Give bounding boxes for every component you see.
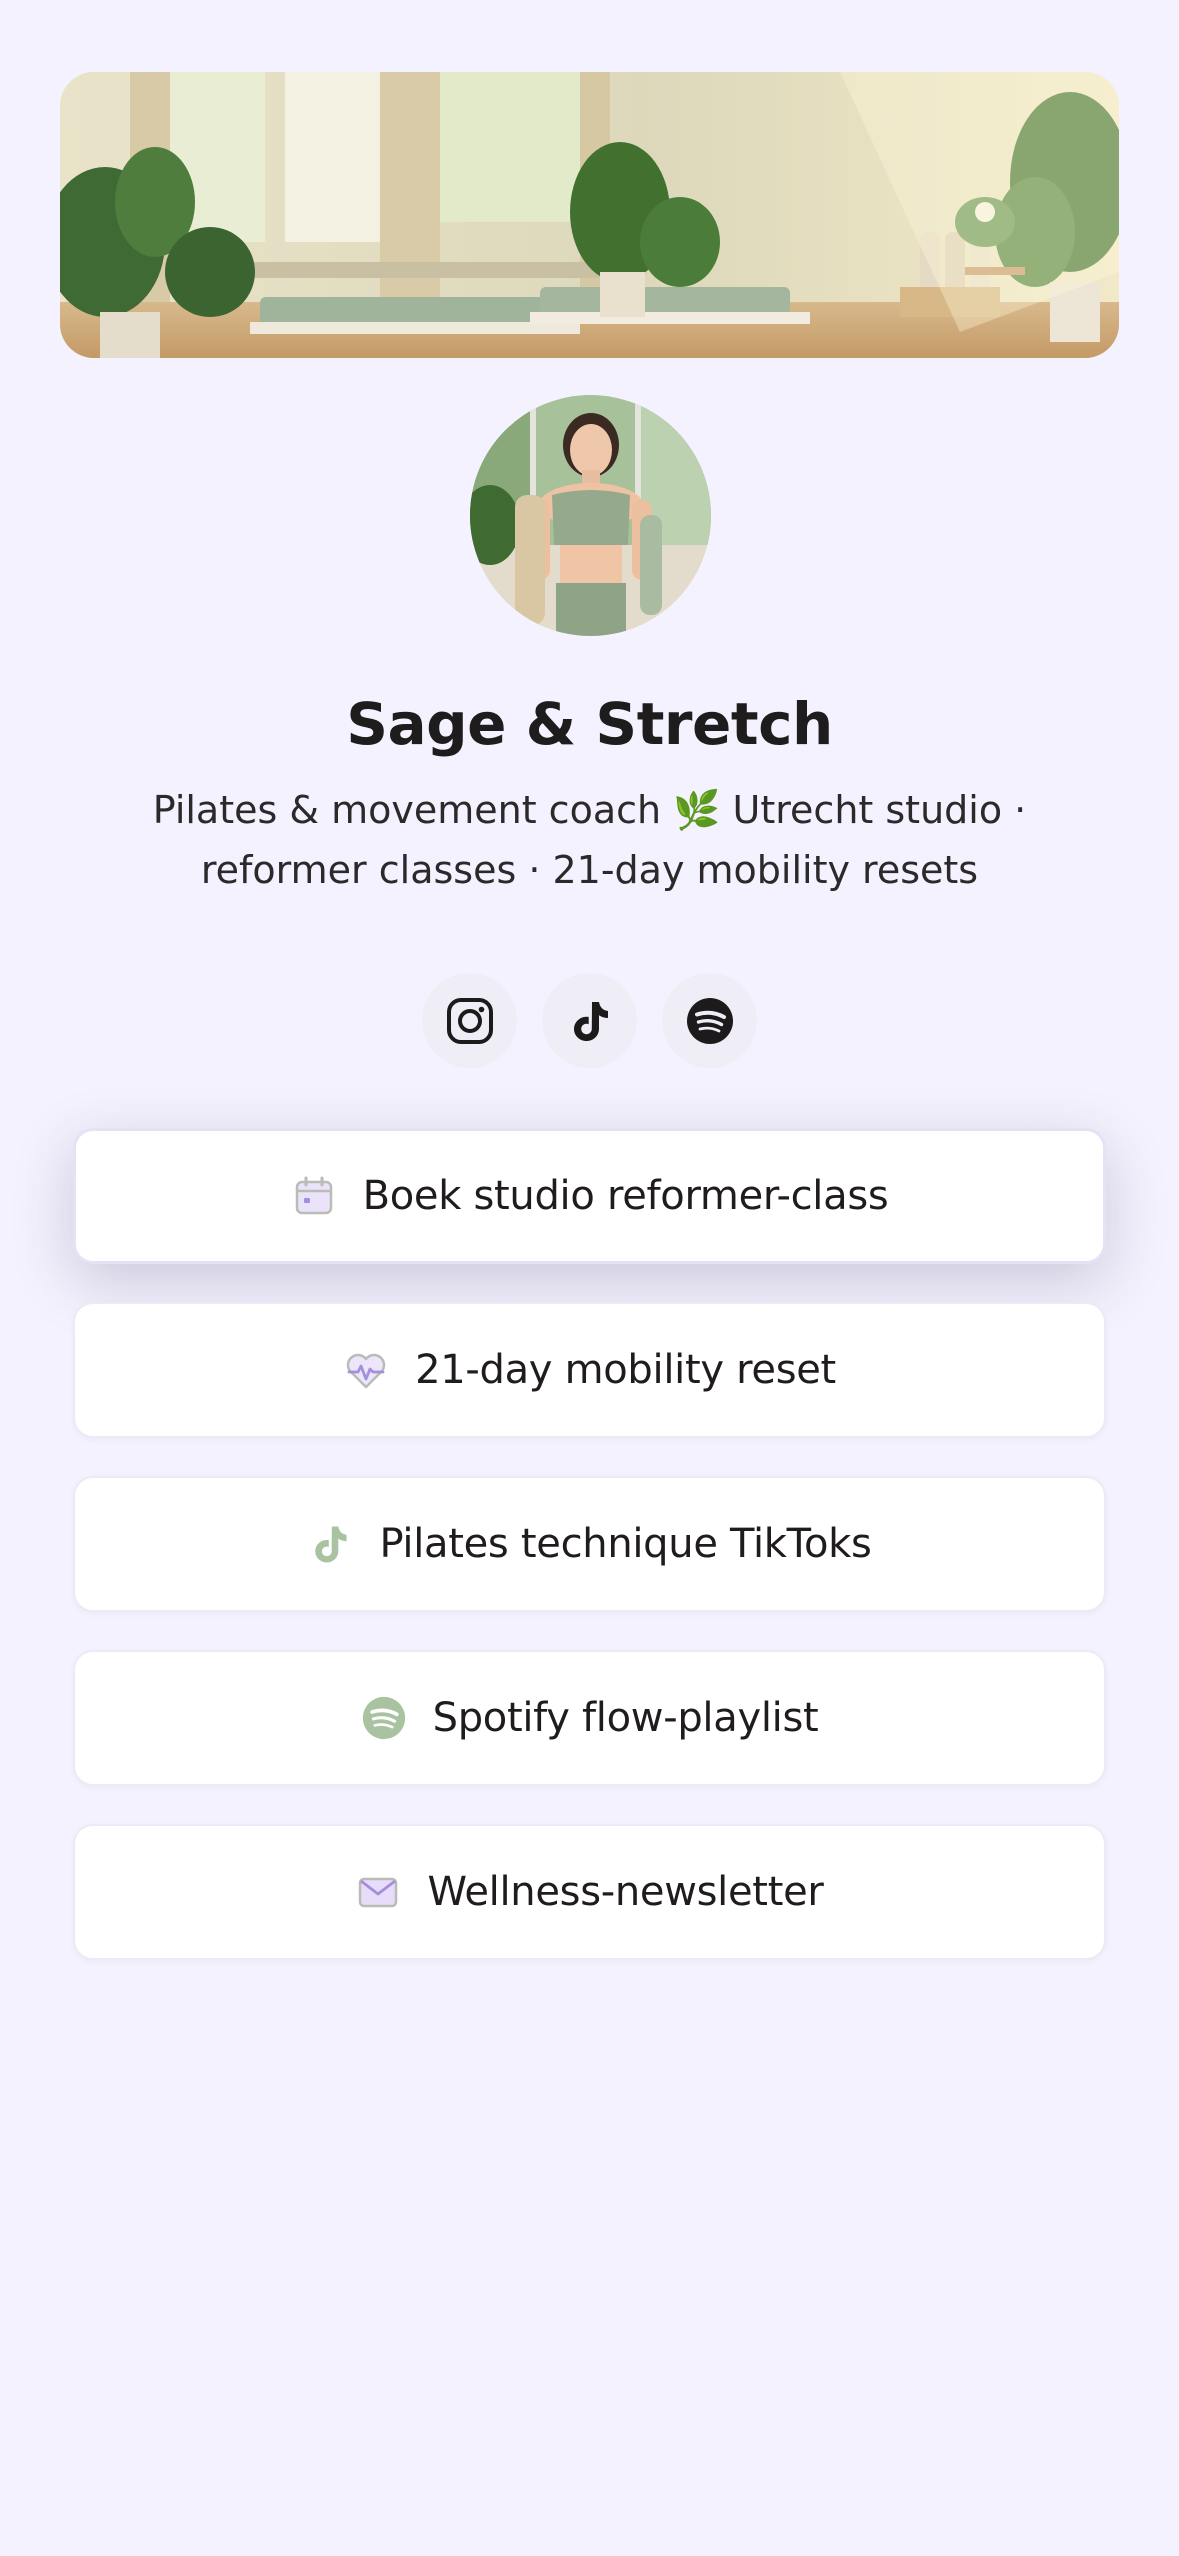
link-label: Boek studio reformer-class	[362, 1173, 889, 1219]
link-label: 21-day mobility reset	[415, 1347, 836, 1393]
tiktok-link[interactable]	[542, 973, 637, 1068]
heart-pulse-icon	[343, 1347, 389, 1393]
spotify-link[interactable]	[662, 973, 757, 1068]
link-button-newsletter[interactable]: Wellness-newsletter	[73, 1824, 1106, 1960]
profile-bio: Pilates & movement coach 🌿 Utrecht studi…	[152, 788, 1027, 892]
tiktok-icon	[307, 1521, 353, 1567]
link-button-tiktoks[interactable]: Pilates technique TikToks	[73, 1476, 1106, 1612]
instagram-icon	[446, 997, 493, 1044]
link-label: Wellness-newsletter	[427, 1869, 824, 1915]
calendar-icon	[291, 1173, 337, 1219]
profile-name: Sage & Stretch	[346, 690, 833, 758]
link-list: Boek studio reformer-class 21-day mobili…	[73, 1128, 1106, 1998]
avatar	[470, 395, 711, 636]
spotify-icon	[361, 1695, 407, 1741]
link-label: Spotify flow-playlist	[432, 1695, 819, 1741]
link-button-mobility-reset[interactable]: 21-day mobility reset	[73, 1302, 1106, 1438]
link-in-bio-page: Sage & Stretch Pilates & movement coach …	[0, 0, 1179, 2556]
mail-icon	[355, 1869, 401, 1915]
social-links	[0, 973, 1179, 1068]
link-button-spotify-playlist[interactable]: Spotify flow-playlist	[73, 1650, 1106, 1786]
link-button-book-class[interactable]: Boek studio reformer-class	[73, 1128, 1106, 1264]
instagram-link[interactable]	[422, 973, 517, 1068]
tiktok-icon	[573, 1001, 608, 1041]
banner-image	[60, 72, 1119, 358]
link-label: Pilates technique TikToks	[379, 1521, 872, 1567]
spotify-icon	[686, 997, 733, 1044]
